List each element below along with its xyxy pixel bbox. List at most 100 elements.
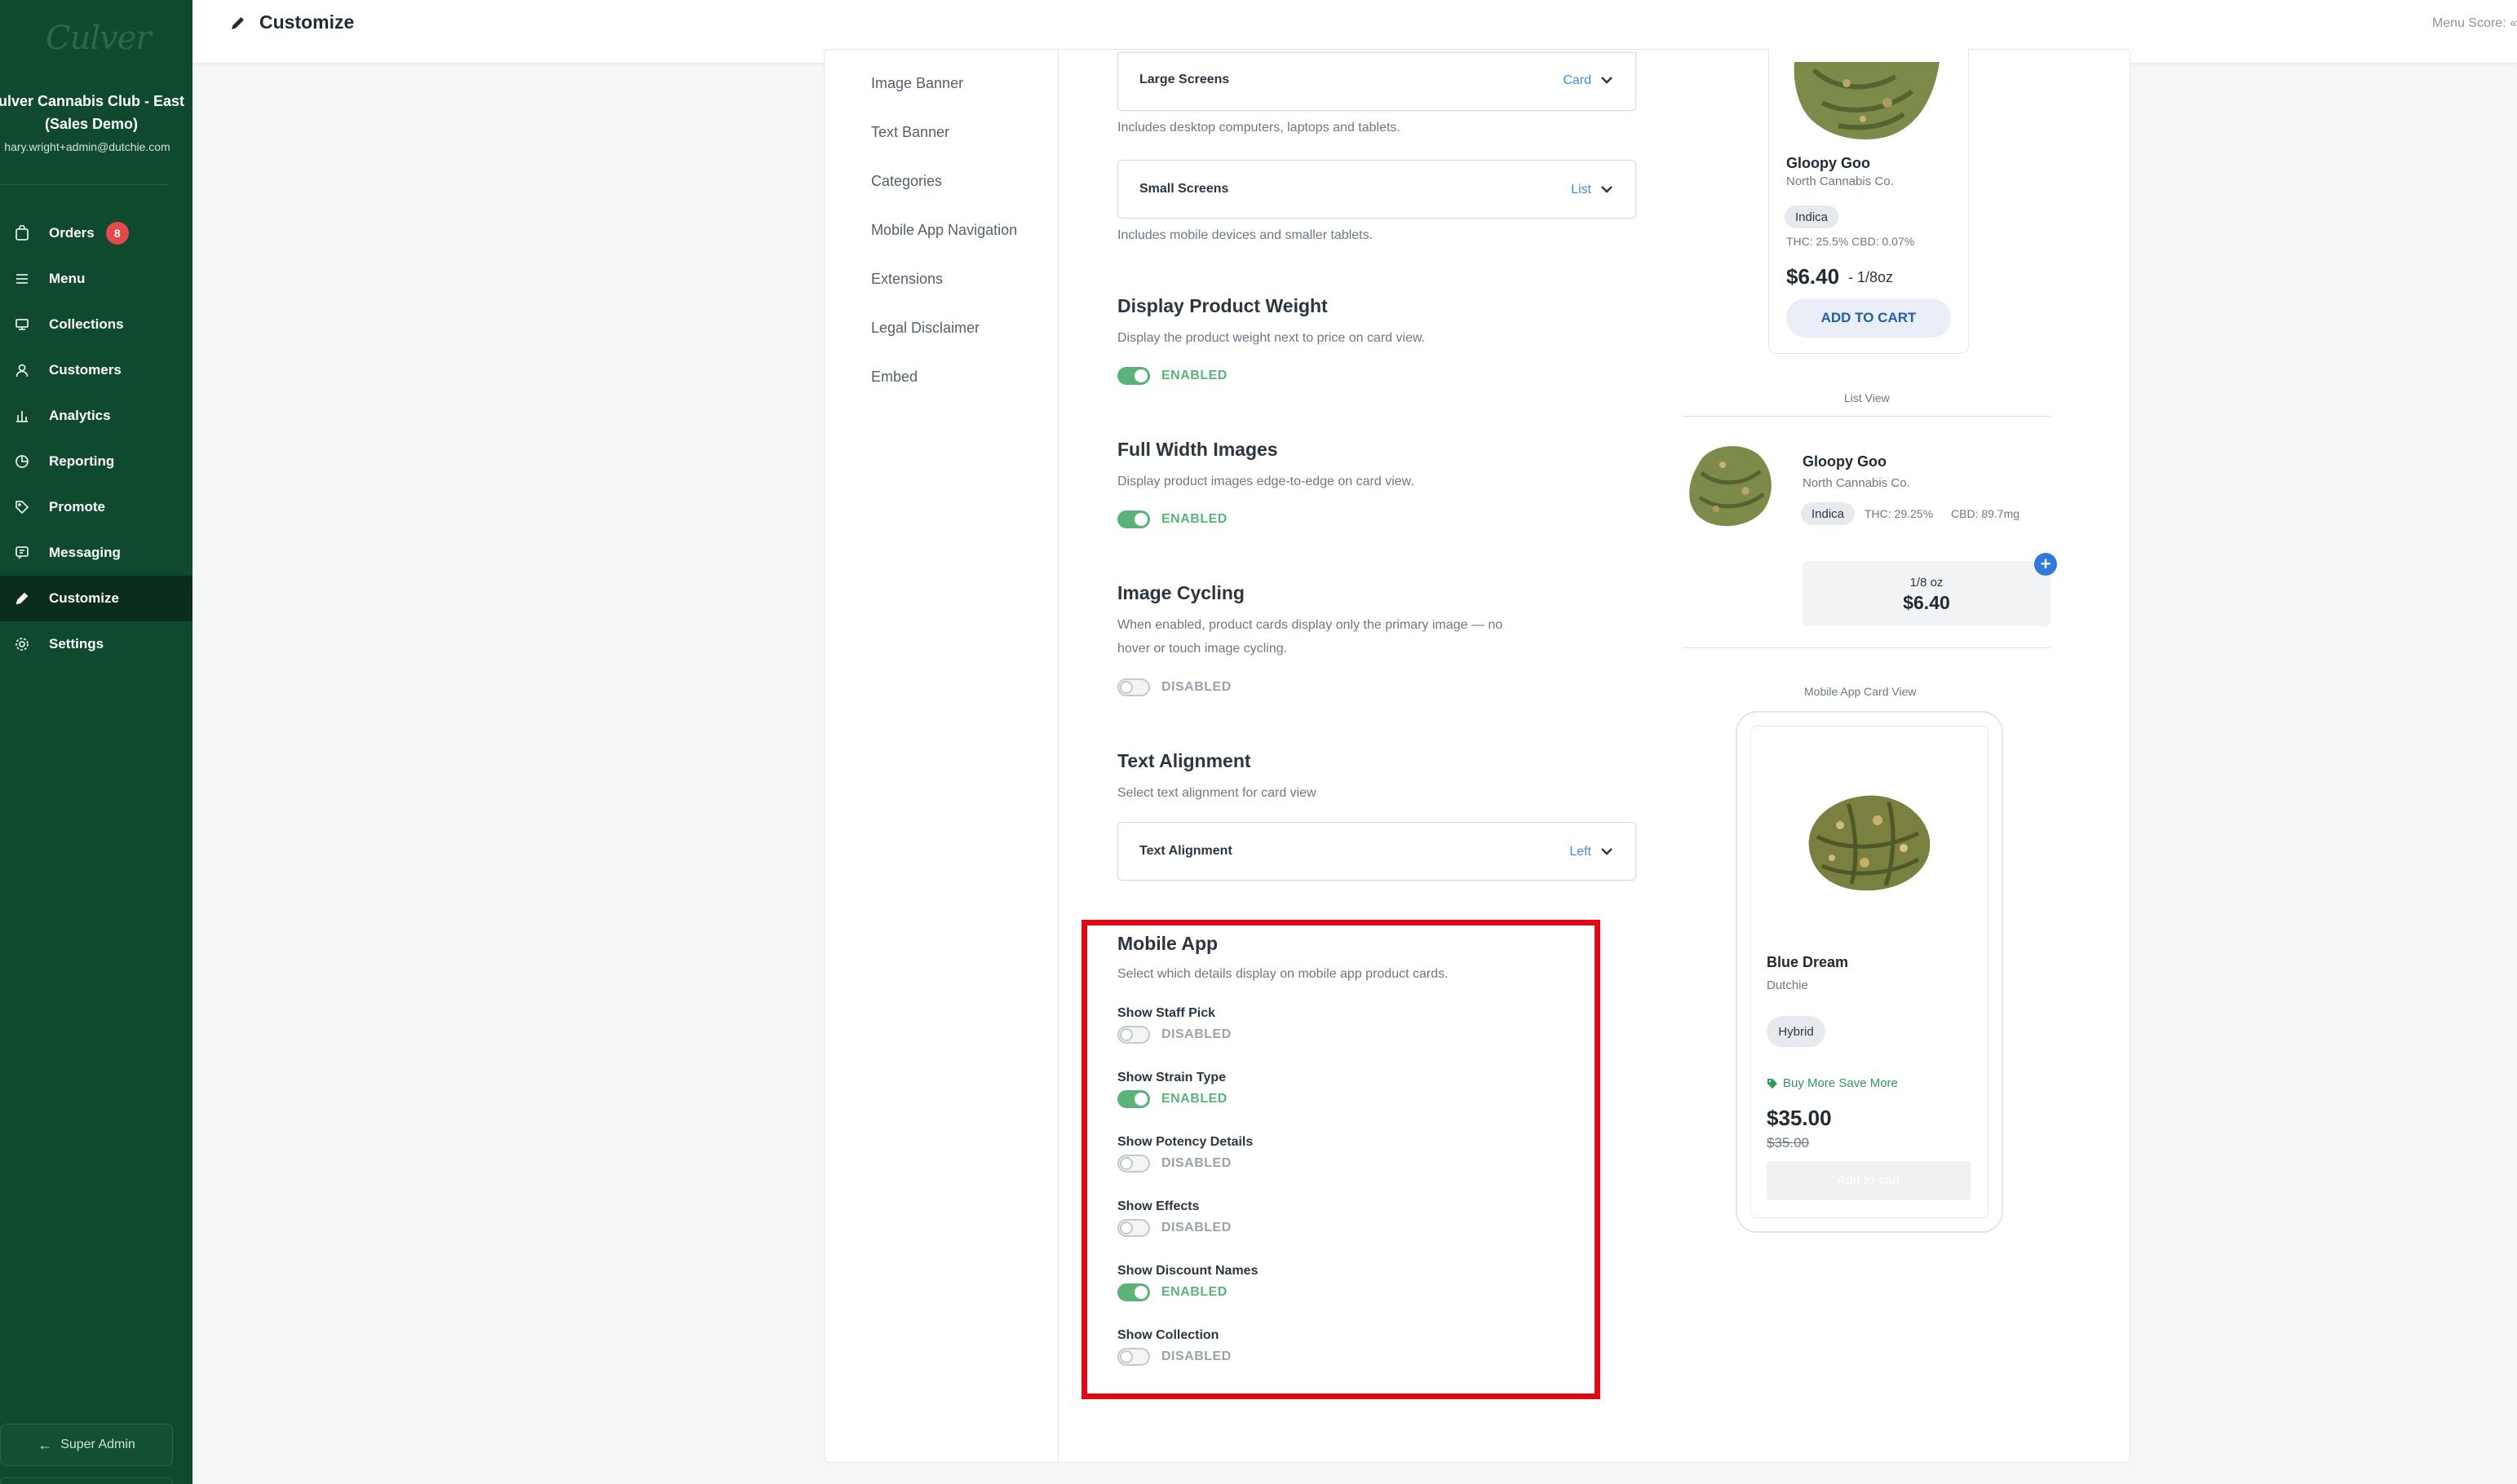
gear-icon bbox=[13, 635, 31, 653]
mobile-original-price: $35.00 bbox=[1767, 1135, 1809, 1151]
bar-chart-icon bbox=[13, 407, 31, 425]
subnav-extensions[interactable]: Extensions bbox=[871, 271, 943, 288]
super-admin-button[interactable]: ← Super Admin bbox=[0, 1424, 173, 1466]
menu-score[interactable]: Menu Score: « bbox=[2432, 16, 2517, 31]
bag-icon bbox=[13, 224, 31, 242]
menu-lines-icon bbox=[13, 270, 31, 288]
full-width-images-desc: Display product images edge-to-edge on c… bbox=[1117, 475, 1414, 488]
sidebar-item-label: Promote bbox=[49, 499, 105, 515]
mobile-product-image bbox=[1808, 795, 1931, 891]
super-admin-label: Super Admin bbox=[60, 1438, 135, 1451]
sidebar-item-label: Messaging bbox=[49, 545, 121, 560]
image-cycling-desc-line2: hover or touch image cycling. bbox=[1117, 642, 1288, 656]
subnav-categories[interactable]: Categories bbox=[871, 173, 942, 190]
subnav-image-banner[interactable]: Image Banner bbox=[871, 75, 963, 92]
large-screens-value: Card bbox=[1563, 73, 1591, 87]
toggle-state: ENABLED bbox=[1161, 512, 1228, 526]
sidebar-item-messaging[interactable]: Messaging bbox=[0, 530, 192, 576]
message-icon bbox=[13, 544, 31, 562]
toggle-switch[interactable] bbox=[1117, 367, 1150, 385]
sidebar-item-label: Settings bbox=[49, 636, 104, 651]
pencil-icon bbox=[232, 17, 244, 29]
column-divider bbox=[1058, 49, 1059, 1463]
list-view-divider bbox=[1682, 416, 2050, 417]
sidebar-item-label: Customize bbox=[49, 590, 119, 606]
subnav-text-banner[interactable]: Text Banner bbox=[871, 124, 949, 141]
collections-icon bbox=[13, 316, 31, 333]
store-name-line2: (Sales Demo) bbox=[44, 116, 139, 132]
mobile-add-to-cart-button[interactable]: Add to cart bbox=[1767, 1161, 1971, 1200]
product-weight-toggle[interactable]: ENABLED bbox=[1117, 367, 1228, 385]
sidebar-item-orders[interactable]: Orders 8 bbox=[0, 210, 192, 256]
sidebar-item-reporting[interactable]: Reporting bbox=[0, 439, 192, 484]
sidebar-item-collections[interactable]: Collections bbox=[0, 302, 192, 347]
chevron-down-icon bbox=[1599, 182, 1614, 197]
sidebar: Culver ulver Cannabis Club - East (Sales… bbox=[0, 0, 192, 1484]
sidebar-item-settings[interactable]: Settings bbox=[0, 621, 192, 667]
list-product-name: Gloopy Goo bbox=[1803, 453, 1887, 470]
brand-logo[interactable]: Culver bbox=[46, 20, 152, 57]
toggle-switch[interactable] bbox=[1117, 678, 1150, 696]
image-cycling-title: Image Cycling bbox=[1117, 582, 1245, 603]
list-price: $6.40 bbox=[1903, 592, 1950, 613]
mobile-price: $35.00 bbox=[1767, 1106, 1832, 1130]
sidebar-item-customers[interactable]: Customers bbox=[0, 347, 192, 393]
mobile-product-name: Blue Dream bbox=[1767, 954, 1849, 970]
full-width-images-title: Full Width Images bbox=[1117, 439, 1278, 460]
list-price-box[interactable]: 1/8 oz $6.40 bbox=[1803, 561, 2050, 626]
list-view-label: List View bbox=[1844, 391, 1890, 404]
sidebar-item-analytics[interactable]: Analytics bbox=[0, 393, 192, 439]
toggle-switch[interactable] bbox=[1117, 510, 1150, 528]
text-alignment-desc: Select text alignment for card view bbox=[1117, 786, 1316, 800]
sidebar-item-menu[interactable]: Menu bbox=[0, 256, 192, 302]
add-to-cart-button[interactable]: ADD TO CART bbox=[1786, 298, 1951, 338]
list-thc: THC: 29.25% bbox=[1865, 507, 1934, 520]
text-alignment-title: Text Alignment bbox=[1117, 750, 1251, 771]
sidebar-item-promote[interactable]: Promote bbox=[0, 484, 192, 530]
add-plus-button[interactable]: + bbox=[2034, 553, 2057, 576]
sidebar-divider bbox=[0, 184, 168, 185]
large-screens-select[interactable]: Large Screens Card bbox=[1117, 52, 1636, 111]
product-image bbox=[1794, 62, 1940, 140]
text-alignment-label: Text Alignment bbox=[1139, 844, 1232, 858]
mobile-promo: Buy More Save More bbox=[1767, 1076, 1898, 1090]
list-cbd: CBD: 89.7mg bbox=[1951, 507, 2020, 520]
subnav-embed[interactable]: Embed bbox=[871, 369, 918, 386]
orders-count-badge: 8 bbox=[105, 222, 129, 245]
card-price: $6.40 bbox=[1786, 264, 1840, 289]
full-width-images-toggle[interactable]: ENABLED bbox=[1117, 510, 1228, 528]
pencil-icon bbox=[13, 590, 31, 607]
card-product-brand: North Cannabis Co. bbox=[1786, 174, 1894, 188]
store-name[interactable]: ulver Cannabis Club - East (Sales Demo) bbox=[0, 90, 192, 135]
arrow-left-icon: ← bbox=[38, 1436, 53, 1453]
text-alignment-value: Left bbox=[1569, 845, 1591, 859]
list-weight: 1/8 oz bbox=[1909, 576, 1944, 590]
sidebar-item-label: Analytics bbox=[49, 408, 111, 423]
list-view-bottom-divider bbox=[1682, 647, 2050, 648]
reporting-icon bbox=[13, 453, 31, 470]
store-name-line1: ulver Cannabis Club - East bbox=[0, 93, 185, 109]
product-weight-desc: Display the product weight next to price… bbox=[1117, 331, 1426, 345]
toggle-state: DISABLED bbox=[1161, 680, 1232, 694]
small-screens-select[interactable]: Small Screens List bbox=[1117, 160, 1636, 219]
text-alignment-select[interactable]: Text Alignment Left bbox=[1117, 822, 1636, 881]
sidebar-item-customize[interactable]: Customize bbox=[0, 576, 192, 621]
mobile-product-brand: Dutchie bbox=[1767, 978, 1808, 992]
image-cycling-toggle[interactable]: DISABLED bbox=[1117, 678, 1232, 696]
main-nav: Orders 8 Menu Collections Customers Anal… bbox=[0, 210, 192, 667]
card-strain-chip: Indica bbox=[1785, 205, 1838, 228]
small-screens-value: List bbox=[1571, 183, 1591, 197]
subnav-legal-disclaimer[interactable]: Legal Disclaimer bbox=[871, 320, 980, 337]
card-unit: - 1/8oz bbox=[1848, 269, 1894, 285]
chevron-down-icon bbox=[1599, 73, 1614, 87]
mobile-strain-chip: Hybrid bbox=[1767, 1016, 1825, 1047]
highlight-box bbox=[1082, 920, 1600, 1399]
sidebar-item-label: Orders bbox=[49, 225, 95, 241]
card-product-name: Gloopy Goo bbox=[1786, 155, 1870, 171]
subnav-mobile-app-navigation[interactable]: Mobile App Navigation bbox=[871, 222, 1017, 239]
mobile-promo-text: Buy More Save More bbox=[1783, 1076, 1898, 1090]
sidebar-item-label: Menu bbox=[49, 271, 86, 286]
small-screens-help: Includes mobile devices and smaller tabl… bbox=[1117, 228, 1374, 242]
sidebar-bottom-button[interactable] bbox=[0, 1477, 173, 1484]
chevron-down-icon bbox=[1599, 844, 1614, 859]
